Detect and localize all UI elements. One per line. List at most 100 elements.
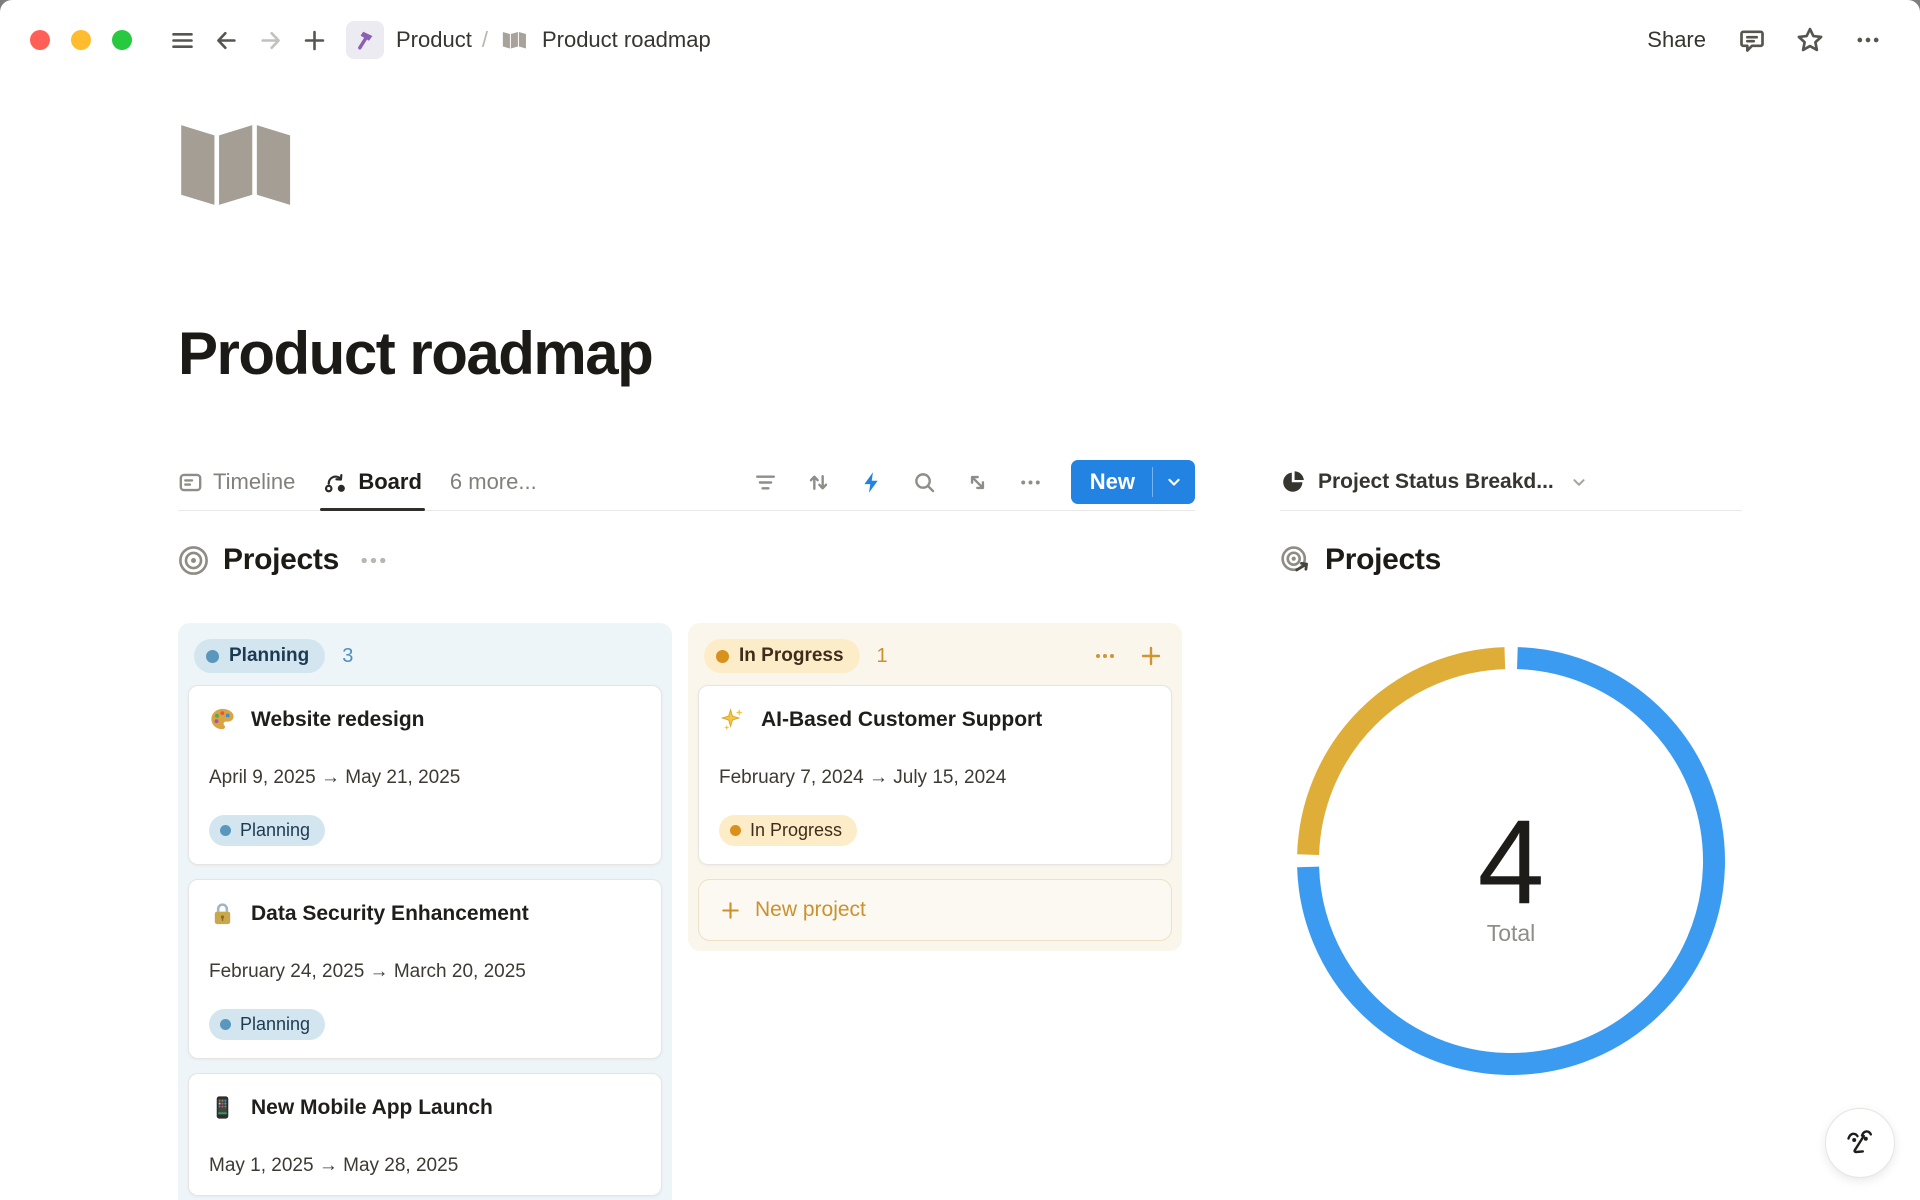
view-toolbar	[753, 469, 1044, 495]
column-planning: Planning 3 Website redesign	[178, 623, 672, 1200]
tab-label: Timeline	[213, 469, 295, 495]
back-arrow-icon	[213, 27, 240, 54]
project-card[interactable]: Data Security Enhancement February 24, 2…	[188, 879, 662, 1059]
pie-chart-icon	[1280, 469, 1306, 495]
lock-icon	[209, 900, 236, 927]
automations-button[interactable]	[859, 469, 885, 495]
plus-icon	[1139, 644, 1163, 668]
comments-button[interactable]	[1730, 18, 1774, 62]
palette-icon	[209, 706, 236, 733]
status-badge[interactable]: Planning	[194, 639, 325, 673]
close-window-button[interactable]	[30, 30, 50, 50]
tab-board[interactable]: Board	[323, 454, 422, 510]
status-dot	[716, 650, 729, 663]
minimize-window-button[interactable]	[71, 30, 91, 50]
plus-icon	[719, 899, 742, 922]
breadcrumb-separator: /	[482, 27, 488, 53]
more-options-button[interactable]	[1846, 18, 1890, 62]
tab-more-views[interactable]: 6 more...	[450, 454, 537, 510]
sort-button[interactable]	[806, 469, 832, 495]
project-card[interactable]: AI-Based Customer Support February 7, 20…	[698, 685, 1172, 865]
comment-icon	[1738, 26, 1766, 54]
window-titlebar: Product / Product roadmap Share	[0, 0, 1920, 80]
sort-icon	[806, 470, 831, 495]
chart-database-section: Project Status Breakd... Projects	[1280, 454, 1742, 1200]
new-button[interactable]: New	[1071, 460, 1152, 504]
chart-collection-heading: Projects	[1280, 537, 1742, 583]
new-page-button[interactable]	[292, 18, 336, 62]
status-badge: In Progress	[719, 815, 857, 846]
share-button[interactable]: Share	[1637, 21, 1716, 59]
column-in-progress: In Progress 1	[688, 623, 1182, 951]
forward-arrow-icon	[257, 27, 284, 54]
card-dates: February 24, 2025 → March 20, 2025	[209, 961, 641, 983]
timeline-icon	[178, 470, 203, 495]
collection-options-icon[interactable]	[359, 545, 390, 576]
new-project-button[interactable]: New project	[698, 879, 1172, 941]
expand-view-button[interactable]	[965, 469, 991, 495]
status-label: In Progress	[739, 645, 844, 667]
card-dates: April 9, 2025 → May 21, 2025	[209, 767, 641, 789]
status-donut-chart: 4 Total	[1280, 641, 1742, 1081]
collection-title[interactable]: Projects	[1325, 543, 1441, 577]
card-title: AI-Based Customer Support	[761, 708, 1042, 732]
donut-total-value: 4	[1478, 795, 1545, 929]
breadcrumb-root[interactable]: Product	[390, 23, 478, 57]
page-icon[interactable]	[178, 117, 302, 209]
tab-timeline[interactable]: Timeline	[178, 454, 295, 510]
kanban-board: Planning 3 Website redesign	[178, 623, 1195, 1200]
column-count: 1	[877, 645, 888, 668]
view-options-button[interactable]	[1018, 469, 1044, 495]
back-button[interactable]	[204, 18, 248, 62]
column-options-button[interactable]	[1092, 643, 1118, 669]
zoom-window-button[interactable]	[112, 30, 132, 50]
chart-view-title[interactable]: Project Status Breakd...	[1318, 470, 1554, 494]
new-button-dropdown[interactable]	[1153, 460, 1195, 504]
board-icon	[323, 470, 348, 495]
status-dot	[206, 650, 219, 663]
chevron-down-icon[interactable]	[1568, 471, 1590, 493]
breadcrumb-current[interactable]: Product roadmap	[536, 23, 717, 57]
column-header: In Progress 1	[698, 631, 1172, 685]
search-button[interactable]	[912, 469, 938, 495]
favorite-button[interactable]	[1788, 18, 1832, 62]
status-label: Planning	[229, 645, 309, 667]
board-collection-heading: Projects	[178, 537, 1195, 583]
donut-total-label: Total	[1487, 920, 1536, 946]
page-title: Product roadmap	[178, 319, 1742, 388]
ellipsis-icon	[1093, 644, 1117, 668]
tab-label: 6 more...	[450, 469, 537, 495]
card-title: New Mobile App Launch	[251, 1096, 493, 1120]
expand-icon	[965, 470, 990, 495]
filter-button[interactable]	[753, 469, 779, 495]
forward-button[interactable]	[248, 18, 292, 62]
ellipsis-icon	[1854, 26, 1882, 54]
sparkles-icon	[719, 706, 746, 733]
status-badge: Planning	[209, 815, 325, 846]
chart-view-bar: Project Status Breakd...	[1280, 454, 1742, 511]
window-controls	[30, 30, 132, 50]
target-icon	[178, 545, 209, 576]
column-add-card-button[interactable]	[1138, 643, 1164, 669]
collection-title[interactable]: Projects	[223, 543, 339, 577]
card-title: Data Security Enhancement	[251, 902, 529, 926]
sidebar-toggle-button[interactable]	[160, 18, 204, 62]
column-count: 3	[342, 645, 353, 668]
project-card[interactable]: New Mobile App Launch May 1, 2025 → May …	[188, 1073, 662, 1196]
board-database-section: Timeline Board 6 more...	[178, 454, 1195, 1200]
lightning-icon	[859, 470, 884, 495]
breadcrumb-root-icon-box[interactable]	[346, 21, 384, 59]
status-badge[interactable]: In Progress	[704, 639, 860, 673]
hammer-icon	[353, 28, 377, 52]
project-card[interactable]: Website redesign April 9, 2025 → May 21,…	[188, 685, 662, 865]
star-icon	[1796, 26, 1824, 54]
status-badge: Planning	[209, 1009, 325, 1040]
ai-face-icon	[1840, 1123, 1880, 1163]
plus-icon	[301, 27, 328, 54]
column-header: Planning 3	[188, 631, 662, 685]
notion-ai-button[interactable]	[1825, 1108, 1895, 1178]
search-icon	[912, 470, 937, 495]
chevron-down-icon	[1164, 472, 1184, 492]
ellipsis-icon	[1018, 470, 1043, 495]
card-title: Website redesign	[251, 708, 425, 732]
